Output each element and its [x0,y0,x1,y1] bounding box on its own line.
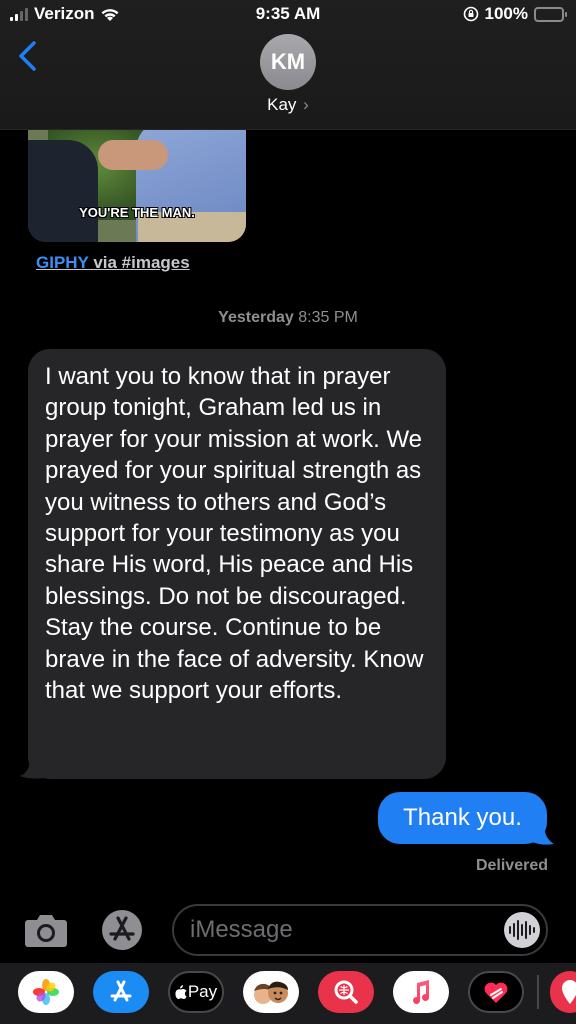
contact-name-button[interactable]: Kay › [0,95,576,115]
gif-caption: YOU'RE THE MAN. [79,205,195,220]
camera-icon[interactable] [24,912,68,948]
contact-avatar[interactable]: KM [260,34,316,90]
imessage-app-drawer: Pay [0,963,576,1024]
music-icon[interactable] [393,971,449,1013]
message-compose-field[interactable] [172,904,548,956]
app-store-toggle-icon[interactable] [98,908,146,952]
orientation-lock-icon [463,6,478,22]
gif-source-link[interactable]: GIPHY via #images [36,253,190,273]
photos-icon[interactable] [18,971,74,1013]
chevron-right-icon: › [303,95,309,114]
apple-pay-label: Pay [187,982,218,1001]
giphy-brand: GIPHY [36,253,89,272]
digital-touch-icon[interactable] [468,971,524,1013]
delivery-status: Delivered [475,857,548,874]
apple-pay-icon[interactable]: Pay [168,971,224,1013]
conversation-header: Verizon 9:35 AM 100% KM Kay › [0,0,576,130]
app-store-icon[interactable] [93,971,149,1013]
images-search-icon[interactable] [318,971,374,1013]
timestamp-day: Yesterday [218,309,294,326]
contact-name: Kay [267,95,297,114]
outgoing-message-bubble[interactable]: Thank you. [378,792,547,844]
audio-message-icon[interactable] [504,912,540,948]
incoming-message-bubble[interactable]: I want you to know that in prayer group … [28,349,446,779]
drawer-divider [537,975,539,1009]
battery-icon [534,6,567,22]
imessage-input[interactable] [190,906,500,954]
battery-percent: 100% [484,4,528,23]
more-app-icon[interactable] [550,971,576,1013]
message-timestamp: Yesterday 8:35 PM [0,309,576,327]
memoji-icon[interactable] [243,971,299,1013]
timestamp-time: 8:35 PM [298,309,358,326]
gif-source-text: via #images [88,253,190,272]
back-chevron-icon[interactable] [16,40,40,72]
status-bar: Verizon 9:35 AM 100% [0,4,576,26]
